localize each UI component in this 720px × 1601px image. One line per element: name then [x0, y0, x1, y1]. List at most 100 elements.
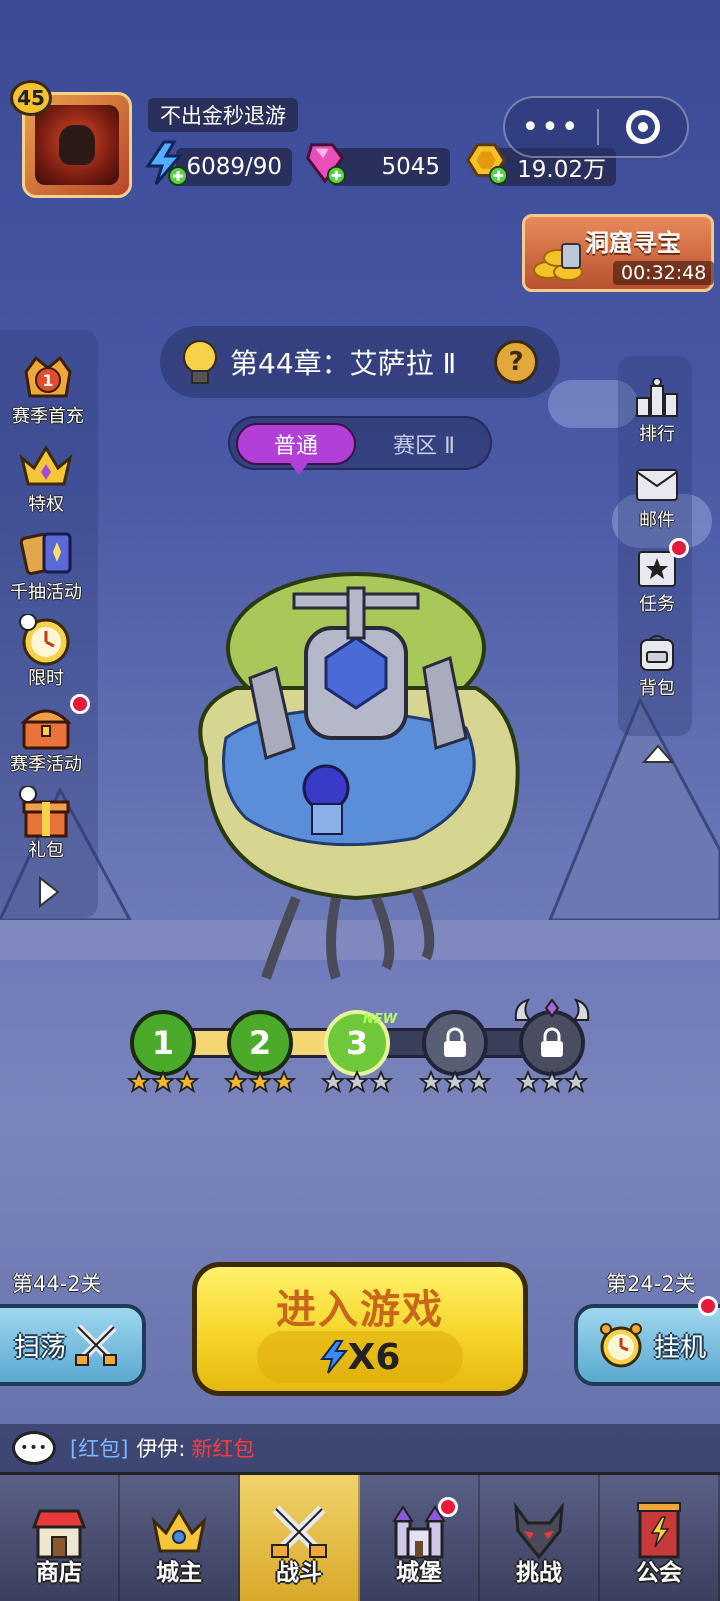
crossed-swords-icon — [75, 1324, 118, 1366]
enter-game-cost: X6 — [257, 1331, 463, 1383]
nav-guild[interactable]: 公会 — [600, 1475, 720, 1601]
notification-dot — [438, 1497, 458, 1517]
tab-normal[interactable]: 普通 — [236, 423, 356, 475]
star-filled-icon — [223, 1069, 249, 1100]
chat-message[interactable]: 新红包 — [191, 1433, 254, 1463]
gem-value: 5045 — [381, 154, 440, 180]
star-empty-icon — [563, 1069, 589, 1100]
ranking-button[interactable]: 排行 — [626, 377, 688, 446]
chest-icon — [18, 694, 90, 754]
gem-icon[interactable] — [304, 142, 346, 185]
chat-user: 伊伊: — [136, 1437, 186, 1461]
nav-shop[interactable]: 商店 — [0, 1475, 120, 1601]
mail-icon — [635, 464, 679, 504]
task-icon — [635, 538, 689, 588]
new-stage-tag: NEW — [363, 1012, 398, 1027]
backpack-button[interactable]: 背包 — [626, 632, 688, 700]
gift-icon — [18, 785, 74, 840]
boss-horns-icon — [512, 998, 592, 1022]
lightbulb-icon — [180, 340, 217, 384]
stage-node-2[interactable]: 2 — [227, 1010, 293, 1076]
task-button[interactable]: 任务 — [626, 538, 689, 616]
stage-stars — [512, 1069, 592, 1100]
right-menu-label: 排行 — [639, 424, 675, 445]
bottom-nav: 商店 城主 战斗 城堡 挑战 公会 — [0, 1472, 720, 1601]
coin-stack-icon — [531, 233, 591, 283]
star-empty-icon — [320, 1069, 346, 1100]
chat-bar[interactable]: ••• [红包] 伊伊: 新红包 — [0, 1424, 720, 1472]
nav-lord[interactable]: 城主 — [120, 1475, 240, 1601]
stage-number: 1 — [151, 1024, 175, 1062]
season-first-charge-button[interactable]: 1 赛季首充 — [0, 352, 96, 428]
chat-tag: [红包] — [70, 1437, 129, 1461]
avatar-portrait — [35, 105, 119, 185]
privilege-button[interactable]: 特权 — [0, 440, 94, 516]
star-empty-icon — [515, 1069, 541, 1100]
alarm-clock-icon — [600, 1323, 642, 1368]
tab-zone[interactable]: 赛区 Ⅱ — [360, 423, 488, 465]
right-menu-label: 邮件 — [639, 510, 675, 531]
enter-game-button[interactable]: 进入游戏 X6 — [192, 1262, 528, 1396]
chapter-banner: 第44章：艾萨拉 Ⅱ ? — [160, 326, 560, 398]
thousand-draw-event-button[interactable]: 千抽活动 — [0, 528, 94, 604]
crown-icon — [18, 440, 74, 494]
energy-bolt-icon[interactable] — [144, 140, 186, 186]
stage-number: 3 — [345, 1024, 369, 1062]
enter-game-title: 进入游戏 — [276, 1287, 444, 1333]
star-empty-icon — [344, 1069, 370, 1100]
sweep-button[interactable]: 扫荡 — [0, 1304, 146, 1386]
limited-time-button[interactable]: 限时 — [0, 613, 94, 690]
energy-bolt-icon — [319, 1340, 348, 1374]
stage-node-4[interactable] — [422, 1010, 488, 1076]
star-filled-icon — [126, 1069, 152, 1100]
stage-stars — [415, 1069, 495, 1100]
idle-button[interactable]: 挂机 — [574, 1296, 720, 1386]
energy-counter[interactable]: 6089/90 — [176, 148, 292, 186]
stage-stars — [123, 1069, 203, 1100]
star-empty-icon — [539, 1069, 565, 1100]
mail-button[interactable]: 邮件 — [626, 464, 688, 532]
cave-treasure-button[interactable]: 洞窟寻宝 00:32:48 — [522, 214, 715, 292]
stage-stars — [220, 1069, 300, 1100]
nav-castle[interactable]: 城堡 — [360, 1475, 480, 1601]
cave-treasure-timer: 00:32:48 — [613, 261, 715, 285]
star-empty-icon — [418, 1069, 444, 1100]
nav-label: 挑战 — [516, 1560, 562, 1586]
star-filled-icon — [174, 1069, 200, 1100]
idle-level-label: 第24-2关 — [606, 1272, 696, 1296]
stage-number: 2 — [248, 1024, 272, 1062]
target-icon — [626, 110, 660, 144]
nav-challenge[interactable]: 挑战 — [480, 1475, 600, 1601]
star-empty-icon — [368, 1069, 394, 1100]
nav-label: 城主 — [156, 1560, 202, 1586]
sweep-label: 扫荡 — [14, 1332, 67, 1363]
gift-pack-button[interactable]: 礼包 — [0, 785, 94, 862]
nav-label: 城堡 — [396, 1560, 442, 1586]
expand-arrow-icon[interactable] — [36, 875, 60, 909]
season-event-button[interactable]: 赛季活动 — [0, 694, 94, 776]
idle-label: 挂机 — [654, 1332, 707, 1363]
sweep-level-label: 第44-2关 — [12, 1272, 102, 1296]
energy-value: 6089/90 — [186, 154, 282, 180]
nav-battle[interactable]: 战斗 — [240, 1475, 360, 1601]
lock-icon — [444, 1027, 466, 1057]
close-miniprogram-button[interactable] — [599, 110, 687, 144]
cave-treasure-title: 洞窟寻宝 — [585, 229, 681, 257]
mode-tabs: 普通 赛区 Ⅱ — [228, 416, 492, 475]
chapter-help-button[interactable]: ? — [494, 340, 538, 384]
chat-bubble-icon: ••• — [12, 1431, 56, 1465]
star-empty-icon — [466, 1069, 492, 1100]
star-filled-icon — [271, 1069, 297, 1100]
notification-dot — [669, 538, 689, 558]
gold-coin-icon[interactable] — [466, 142, 508, 185]
player-level-badge: 45 — [10, 80, 52, 116]
backpack-icon — [635, 632, 679, 672]
more-dots-icon[interactable]: ••• — [505, 98, 597, 156]
gem-counter[interactable]: 5045 — [330, 148, 450, 186]
nav-label: 公会 — [636, 1560, 682, 1586]
player-name: 不出金秒退游 — [148, 98, 298, 132]
stage-node-1[interactable]: 1 — [130, 1010, 196, 1076]
season-badge-number: 1 — [42, 371, 53, 390]
ranking-icon — [635, 377, 679, 418]
collapse-arrow-icon[interactable] — [641, 744, 675, 764]
